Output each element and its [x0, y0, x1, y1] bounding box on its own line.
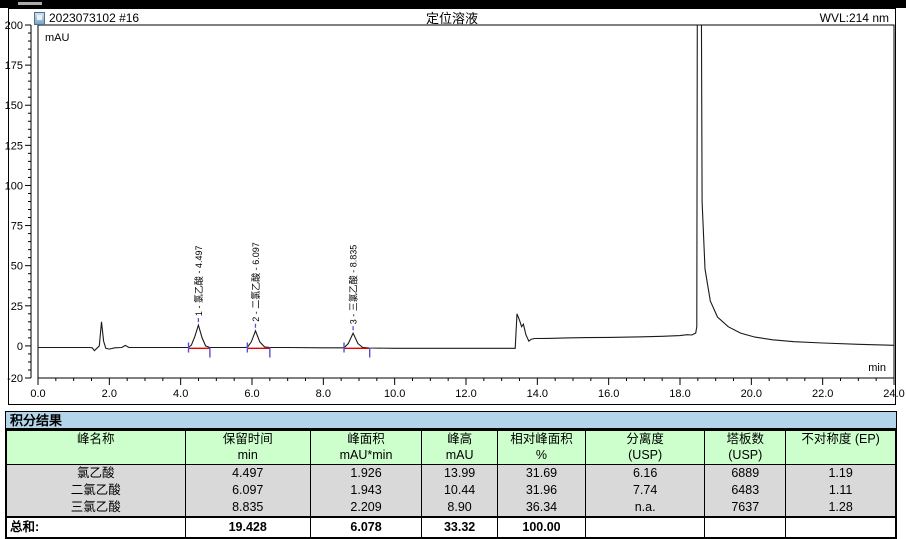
y-tick-label: 50 — [11, 261, 23, 273]
result-cell: 36.34 — [498, 499, 586, 517]
result-cell: 7.74 — [585, 482, 704, 499]
results-table: 峰名称 保留时间min峰面积mAU*min峰高mAU相对峰面积%分离度(USP)… — [5, 429, 897, 539]
result-cell: 6.097 — [185, 482, 310, 499]
result-cell: 氯乙酸 — [6, 465, 185, 483]
total-cell: 100.00 — [498, 517, 586, 538]
x-tick-label: 16.0 — [598, 388, 619, 400]
y-tick-label: 25 — [11, 301, 23, 313]
y-tick-label: 75 — [11, 221, 23, 233]
x-tick-label: 2.0 — [102, 388, 117, 400]
result-cell: 三氯乙酸 — [6, 499, 185, 517]
column-header-6: 分离度(USP) — [585, 430, 704, 465]
x-unit-label: min — [868, 362, 886, 374]
total-cell: 19.428 — [185, 517, 310, 538]
column-header-4: 峰高mAU — [422, 430, 498, 465]
result-cell: 31.96 — [498, 482, 586, 499]
plot-frame — [38, 25, 894, 378]
column-header-2: 保留时间min — [185, 430, 310, 465]
signal-curve — [38, 0, 894, 351]
integration-results-section: 积分结果 峰名称 保留时间min峰面积mAU*min峰高mAU相对峰面积%分离度… — [5, 411, 897, 539]
column-header-8: 不对称度 (EP) — [786, 430, 896, 465]
chromatogram-plot[interactable]: 2001751501251007550250-200.02.04.06.08.0… — [9, 9, 895, 404]
total-cell — [585, 517, 704, 538]
results-header-row: 峰名称 保留时间min峰面积mAU*min峰高mAU相对峰面积%分离度(USP)… — [6, 430, 896, 465]
column-header-1: 峰名称 — [6, 430, 185, 465]
result-cell: 4.497 — [185, 465, 310, 483]
result-cell: 2.209 — [310, 499, 421, 517]
total-cell: 6.078 — [310, 517, 421, 538]
top-bar-text-fragment — [18, 2, 42, 5]
x-tick-label: 24.0 — [883, 388, 904, 400]
x-tick-label: 0.0 — [30, 388, 45, 400]
x-tick-label: 20.0 — [741, 388, 762, 400]
result-cell: 1.28 — [786, 499, 896, 517]
result-cell: n.a. — [585, 499, 704, 517]
y-unit-label: mAU — [45, 32, 70, 44]
result-cell: 7637 — [705, 499, 786, 517]
column-header-3: 峰面积mAU*min — [310, 430, 421, 465]
result-cell: 1.11 — [786, 482, 896, 499]
x-tick-label: 6.0 — [244, 388, 259, 400]
y-tick-label: 100 — [5, 180, 23, 192]
total-cell: 33.32 — [422, 517, 498, 538]
peak-label: 2 - 二氯乙酸 - 6.097 — [250, 242, 261, 322]
window-top-bar — [0, 0, 906, 8]
result-cell: 1.19 — [786, 465, 896, 483]
result-cell: 6889 — [705, 465, 786, 483]
result-cell: 31.69 — [498, 465, 586, 483]
column-header-5: 相对峰面积% — [498, 430, 586, 465]
chromatogram-panel: 2001751501251007550250-200.02.04.06.08.0… — [8, 8, 896, 405]
total-cell — [705, 517, 786, 538]
results-section-title: 积分结果 — [5, 411, 897, 429]
chart-title: 定位溶液 — [9, 10, 895, 27]
column-header-7: 塔板数(USP) — [705, 430, 786, 465]
peak-result-row[interactable]: 氯乙酸4.4971.92613.9931.696.1668891.19 — [6, 465, 896, 483]
result-cell: 1.926 — [310, 465, 421, 483]
result-cell: 13.99 — [422, 465, 498, 483]
peak-label: 1 - 氯乙酸 - 4.497 — [193, 246, 204, 317]
result-cell: 10.44 — [422, 482, 498, 499]
result-cell: 二氯乙酸 — [6, 482, 185, 499]
result-cell: 6.16 — [585, 465, 704, 483]
y-tick-label: 175 — [5, 60, 23, 72]
x-tick-label: 10.0 — [384, 388, 405, 400]
peak-result-row[interactable]: 三氯乙酸8.8352.2098.9036.34n.a.76371.28 — [6, 499, 896, 517]
total-cell — [786, 517, 896, 538]
x-tick-label: 8.0 — [316, 388, 331, 400]
result-cell: 6483 — [705, 482, 786, 499]
x-tick-label: 18.0 — [669, 388, 690, 400]
result-cell: 8.835 — [185, 499, 310, 517]
y-tick-label: -20 — [7, 373, 23, 385]
x-tick-label: 22.0 — [812, 388, 833, 400]
peak-label: 3 - 三氯乙酸 - 8.835 — [348, 245, 359, 325]
y-tick-label: 125 — [5, 140, 23, 152]
peak-result-row[interactable]: 二氯乙酸6.0971.94310.4431.967.7464831.11 — [6, 482, 896, 499]
chart-header: 2023073102 #16 定位溶液 WVL:214 nm — [9, 10, 895, 26]
y-tick-label: 150 — [5, 100, 23, 112]
total-label: 总和: — [6, 517, 185, 538]
x-tick-label: 4.0 — [173, 388, 188, 400]
x-tick-label: 12.0 — [455, 388, 476, 400]
total-row: 总和:19.4286.07833.32100.00 — [6, 517, 896, 538]
y-tick-label: 0 — [17, 341, 23, 353]
x-tick-label: 14.0 — [527, 388, 548, 400]
wavelength-label: WVL:214 nm — [820, 10, 889, 27]
result-cell: 1.943 — [310, 482, 421, 499]
result-cell: 8.90 — [422, 499, 498, 517]
